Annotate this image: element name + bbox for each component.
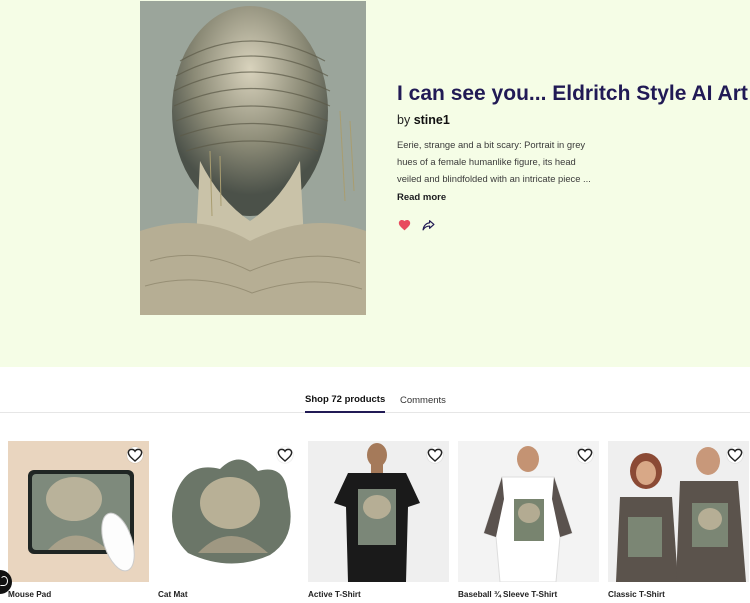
product-card[interactable]: Baseball ¾ Sleeve T-Shirt — [458, 441, 599, 599]
heart-outline-icon[interactable] — [577, 447, 593, 463]
product-image[interactable] — [308, 441, 449, 582]
read-more-link[interactable]: Read more — [397, 192, 446, 203]
artwork-hero: I can see you... Eldritch Style AI Art b… — [0, 0, 750, 367]
artist-byline: by stine1 — [397, 113, 747, 127]
by-label: by — [397, 113, 411, 127]
heart-outline-icon[interactable] — [127, 447, 143, 463]
product-tabs: Shop 72 products Comments — [0, 389, 750, 413]
artist-link[interactable]: stine1 — [414, 113, 450, 127]
product-image[interactable] — [458, 441, 599, 582]
artwork-actions — [397, 218, 747, 232]
product-image[interactable] — [158, 441, 299, 582]
product-name[interactable]: Baseball ¾ Sleeve T-Shirt — [458, 590, 599, 599]
product-card[interactable]: Classic T-Shirt — [608, 441, 749, 599]
product-card[interactable]: Cat Mat — [158, 441, 299, 599]
product-name[interactable]: Mouse Pad — [8, 590, 149, 599]
chat-glyph — [0, 576, 8, 586]
product-card[interactable]: Mouse Pad — [8, 441, 149, 599]
tab-shop[interactable]: Shop 72 products — [305, 394, 386, 413]
product-image[interactable] — [608, 441, 749, 582]
artwork-title: I can see you... Eldritch Style AI Art — [397, 82, 748, 105]
artwork-description: Eerie, strange and a bit scary: Portrait… — [397, 139, 591, 184]
tab-comments[interactable]: Comments — [400, 395, 446, 414]
heart-outline-icon[interactable] — [277, 447, 293, 463]
heart-icon[interactable] — [397, 218, 411, 232]
product-image[interactable] — [8, 441, 149, 582]
artwork-image[interactable] — [140, 1, 366, 315]
heart-outline-icon[interactable] — [727, 447, 743, 463]
product-name[interactable]: Classic T-Shirt — [608, 590, 749, 599]
share-icon[interactable] — [421, 218, 435, 232]
artwork-info: I can see you... Eldritch Style AI Art b… — [397, 82, 748, 232]
product-card[interactable]: Active T-Shirt — [308, 441, 449, 599]
product-name[interactable]: Active T-Shirt — [308, 590, 449, 599]
product-name[interactable]: Cat Mat — [158, 590, 299, 599]
heart-outline-icon[interactable] — [427, 447, 443, 463]
